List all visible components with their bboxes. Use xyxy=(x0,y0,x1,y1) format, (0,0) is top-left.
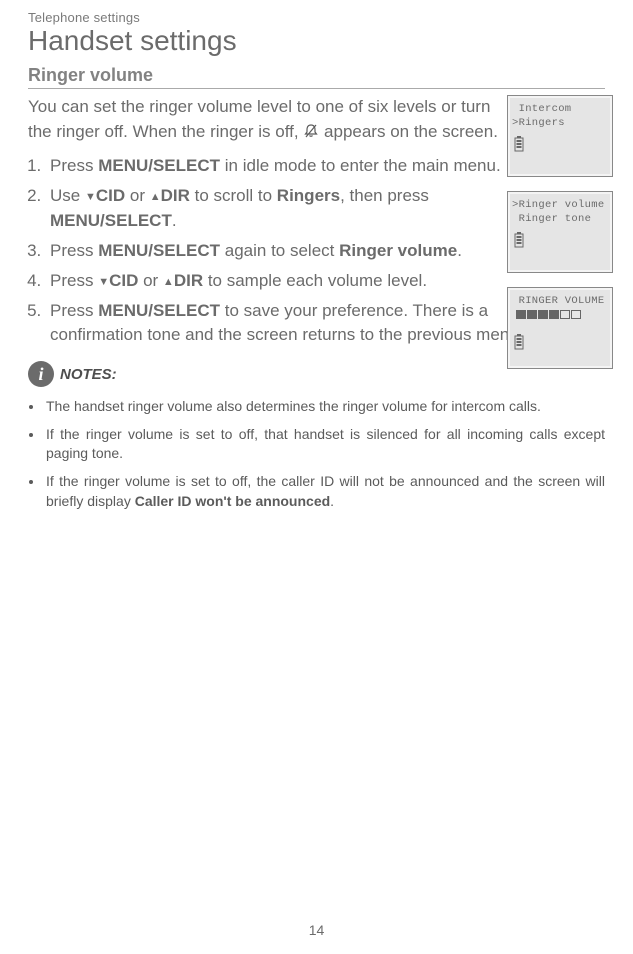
menu-select-label: MENU/SELECT xyxy=(98,241,220,260)
dir-label: DIR xyxy=(161,186,190,205)
up-arrow-icon: ▲ xyxy=(150,190,161,206)
cid-label: CID xyxy=(109,271,138,290)
volume-segment xyxy=(538,310,548,319)
text: . xyxy=(330,493,334,509)
text: again to select xyxy=(220,241,339,260)
text: . xyxy=(172,211,177,230)
step-4: Press ▼CID or ▲DIR to sample each volume… xyxy=(46,269,516,293)
ringers-label: Ringers xyxy=(277,186,340,205)
text: , then press xyxy=(340,186,429,205)
note-item: If the ringer volume is set to off, the … xyxy=(44,472,605,511)
lcd-screens-column: Intercom >Ringers >Ringer volume Ringer … xyxy=(507,95,613,369)
up-arrow-icon: ▲ xyxy=(163,275,174,291)
step-1: Press MENU/SELECT in idle mode to enter … xyxy=(46,154,516,178)
lcd-screen-2: >Ringer volume Ringer tone xyxy=(507,191,613,273)
note-item: The handset ringer volume also determine… xyxy=(44,397,605,417)
ringer-off-icon xyxy=(303,122,319,147)
breadcrumb: Telephone settings xyxy=(28,10,605,25)
info-icon: i xyxy=(28,361,54,387)
text: or xyxy=(125,186,150,205)
page-number: 14 xyxy=(0,922,633,938)
menu-select-label: MENU/SELECT xyxy=(98,301,220,320)
step-2: Use ▼CID or ▲DIR to scroll to Ringers, t… xyxy=(46,184,516,232)
volume-segment xyxy=(516,310,526,319)
battery-icon xyxy=(514,334,524,350)
text: Press xyxy=(50,156,98,175)
steps-list: Press MENU/SELECT in idle mode to enter … xyxy=(46,154,516,347)
volume-segment xyxy=(527,310,537,319)
text: in idle mode to enter the main menu. xyxy=(220,156,501,175)
section-heading: Ringer volume xyxy=(28,65,605,89)
down-arrow-icon: ▼ xyxy=(98,275,109,291)
menu-select-label: MENU/SELECT xyxy=(98,156,220,175)
volume-bar xyxy=(516,310,608,319)
lcd-screen-1: Intercom >Ringers xyxy=(507,95,613,177)
dir-label: DIR xyxy=(174,271,203,290)
page-title: Handset settings xyxy=(28,25,605,57)
lcd-line: Ringer tone xyxy=(512,212,608,226)
menu-select-label: MENU/SELECT xyxy=(50,211,172,230)
volume-segment xyxy=(549,310,559,319)
lcd-line: >Ringers xyxy=(512,116,608,130)
lcd-line: Intercom xyxy=(512,102,608,116)
text: to scroll to xyxy=(190,186,277,205)
caller-id-label: Caller ID won't be announced xyxy=(135,493,330,509)
text: Use xyxy=(50,186,85,205)
volume-segment xyxy=(571,310,581,319)
text: Press xyxy=(50,271,98,290)
lcd-line: RINGER VOLUME xyxy=(512,294,608,308)
ringer-volume-label: Ringer volume xyxy=(339,241,457,260)
cid-label: CID xyxy=(96,186,125,205)
step-3: Press MENU/SELECT again to select Ringer… xyxy=(46,239,516,263)
text: to sample each volume level. xyxy=(203,271,427,290)
text: Press xyxy=(50,301,98,320)
note-item: If the ringer volume is set to off, that… xyxy=(44,425,605,464)
text: or xyxy=(138,271,163,290)
lcd-line: >Ringer volume xyxy=(512,198,608,212)
notes-label: NOTES: xyxy=(60,366,117,383)
intro-text-b: appears on the screen. xyxy=(324,122,498,141)
step-5: Press MENU/SELECT to save your preferenc… xyxy=(46,299,536,347)
volume-segment xyxy=(560,310,570,319)
lcd-screen-3: RINGER VOLUME xyxy=(507,287,613,369)
text: Press xyxy=(50,241,98,260)
intro-paragraph: You can set the ringer volume level to o… xyxy=(28,95,498,146)
notes-list: The handset ringer volume also determine… xyxy=(44,397,605,511)
battery-icon xyxy=(514,232,524,248)
battery-icon xyxy=(514,136,524,152)
down-arrow-icon: ▼ xyxy=(85,190,96,206)
text: . xyxy=(457,241,462,260)
